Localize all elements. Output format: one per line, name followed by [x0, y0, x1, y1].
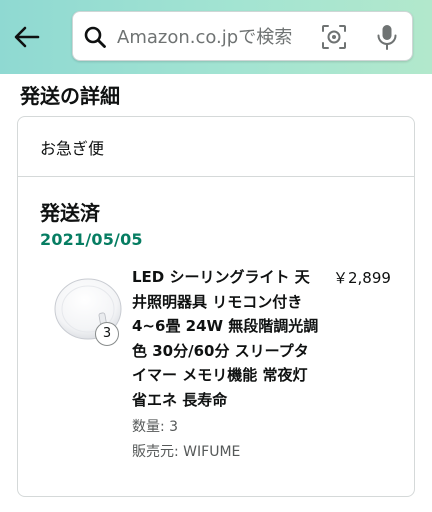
shipping-speed-label: お急ぎ便	[40, 139, 105, 158]
shipment-card: お急ぎ便 発送済 2021/05/05 3 LED シーリングライト 天井照明器…	[17, 116, 415, 497]
arrow-left-icon	[14, 26, 40, 48]
shipment-date: 2021/05/05	[40, 230, 143, 249]
shipping-speed-row: お急ぎ便	[18, 117, 414, 177]
camera-icon[interactable]	[321, 24, 347, 50]
search-icon	[84, 26, 106, 48]
product-title[interactable]: LED シーリングライト 天井照明器具 リモコン付き 4~6畳 24W 無段階調…	[132, 265, 322, 412]
back-button[interactable]	[8, 18, 46, 56]
search-input[interactable]	[117, 22, 307, 52]
product-price: ￥2,899	[333, 269, 391, 287]
section-title: 発送の詳細	[20, 84, 120, 108]
product-seller: 販売元: WIFUME	[132, 444, 241, 460]
top-bar	[0, 0, 432, 74]
quantity-badge: 3	[95, 322, 119, 346]
search-box[interactable]	[72, 11, 413, 61]
shipment-status: 発送済	[40, 201, 100, 225]
microphone-icon[interactable]	[375, 23, 399, 51]
product-quantity: 数量: 3	[132, 419, 179, 435]
